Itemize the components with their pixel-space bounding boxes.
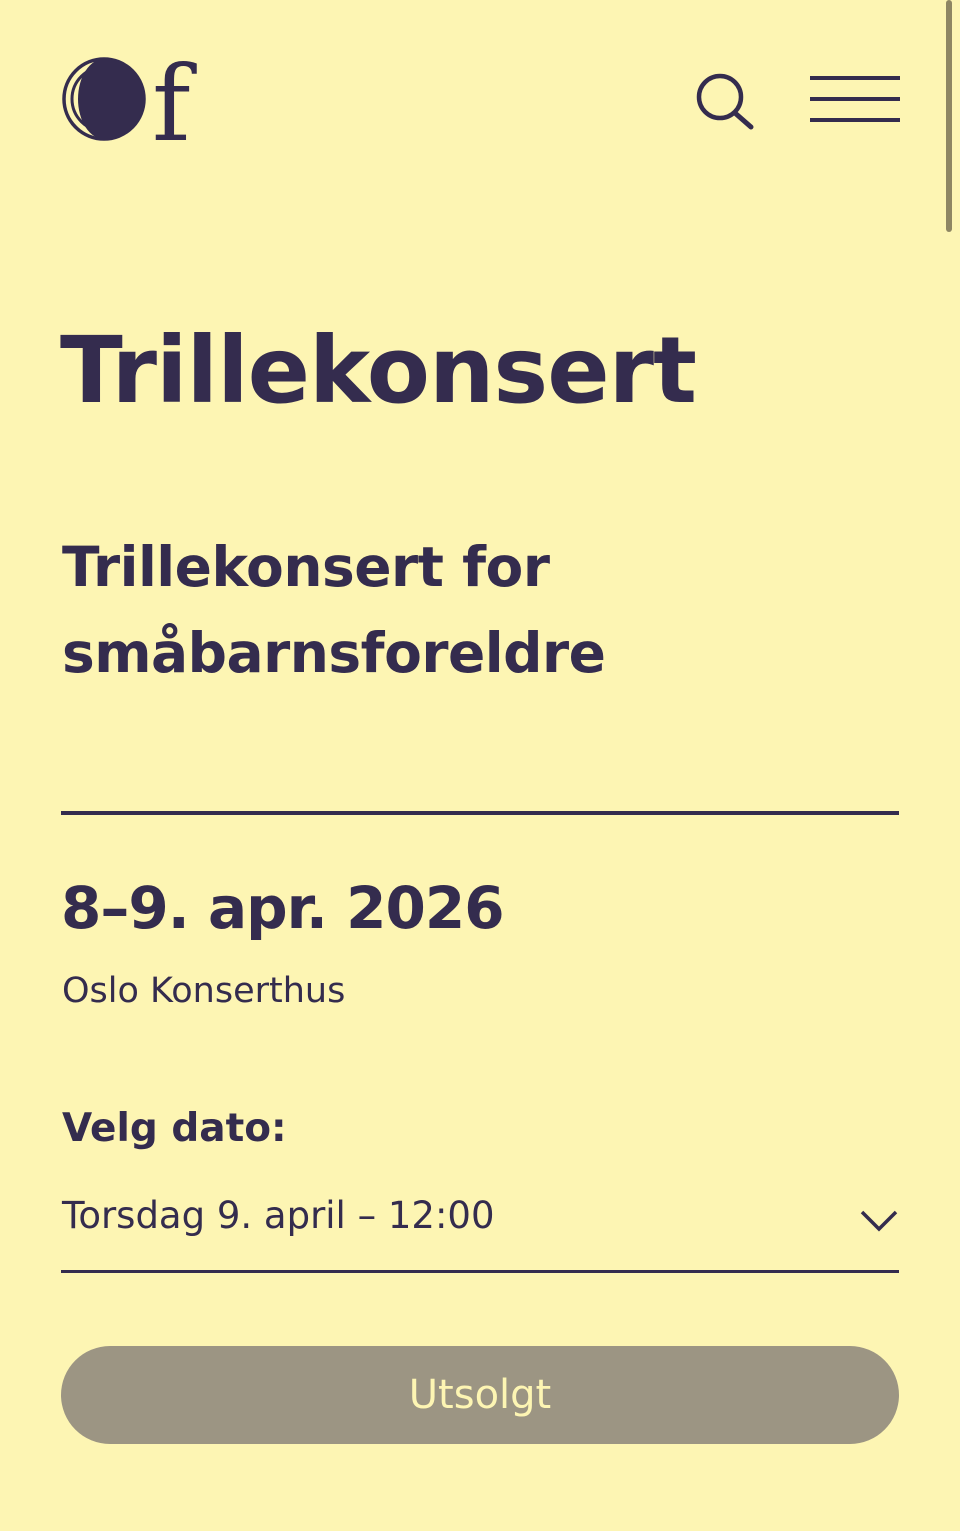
date-select[interactable]: Torsdag 9. april – 12:00 [61,1184,899,1273]
scrollbar[interactable] [946,0,952,232]
oslo-filharmonien-logo-icon[interactable]: f [60,54,210,146]
svg-text:f: f [152,54,197,146]
event-title: Trillekonsert [60,317,697,424]
site-header: f [0,0,960,200]
event-subtitle: Trillekonsert for småbarnsforeldre [62,535,606,685]
event-date-range: 8–9. apr. 2026 [61,874,505,942]
search-icon[interactable] [692,70,756,130]
divider [61,811,899,815]
event-venue: Oslo Konserthus [62,971,346,1011]
chevron-down-icon [860,1210,898,1232]
date-select-value: Torsdag 9. april – 12:00 [62,1194,495,1237]
sold-out-button[interactable]: Utsolgt [61,1346,899,1444]
hamburger-menu-icon[interactable] [810,76,900,124]
date-picker-label: Velg dato: [62,1106,287,1151]
